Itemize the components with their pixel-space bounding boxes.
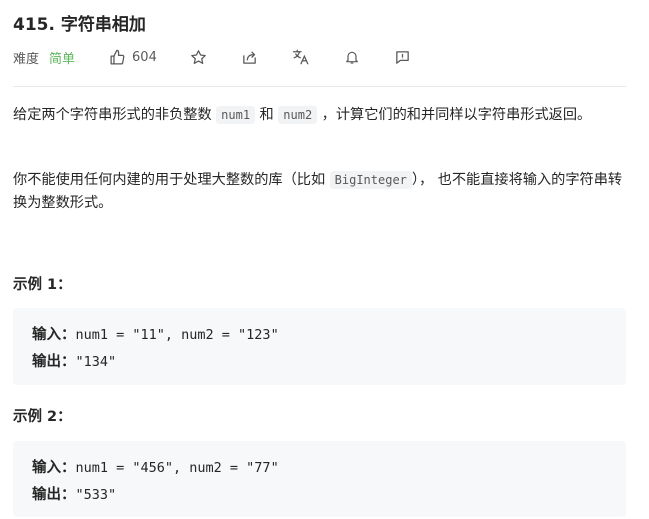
output-label: 输出：	[32, 354, 76, 370]
example-1-input-line: 输入：num1 = "11", num2 = "123"	[32, 323, 279, 344]
example-1-heading: 示例 1：	[13, 277, 72, 293]
translate-icon[interactable]	[292, 48, 310, 66]
example-2-input: num1 = "456", num2 = "77"	[75, 460, 279, 476]
example-2-output: "533"	[75, 487, 117, 503]
feedback-icon[interactable]	[394, 48, 412, 66]
divider	[13, 86, 626, 87]
description-paragraph-1: 给定两个字符串形式的非负整数 num1 和 num2 ，计算它们的和并同样以字符…	[13, 104, 626, 127]
thumbs-up-icon	[108, 48, 126, 66]
example-1-input: num1 = "11", num2 = "123"	[75, 327, 279, 343]
example-2-input-line: 输入：num1 = "456", num2 = "77"	[32, 456, 279, 477]
example-1-block: 输入：num1 = "11", num2 = "123" 输出："134"	[13, 308, 626, 385]
inline-code-num2: num2	[278, 106, 318, 124]
example-2-heading: 示例 2：	[13, 409, 72, 425]
inline-code-biginteger: BigInteger	[329, 171, 412, 189]
input-label: 输入：	[32, 460, 76, 476]
example-2-output-line: 输出："533"	[32, 483, 116, 504]
description-text: 你不能使用任何内建的用于处理大整数的库（比如	[13, 172, 330, 188]
input-label: 输入：	[32, 327, 76, 343]
difficulty-badge: 简单	[49, 51, 76, 67]
example-1-output: "134"	[75, 354, 117, 370]
problem-title: 415. 字符串相加	[13, 15, 146, 35]
like-count: 604	[132, 49, 157, 65]
description-text: 给定两个字符串形式的非负整数	[13, 107, 217, 123]
example-2-block: 输入：num1 = "456", num2 = "77" 输出："533"	[13, 441, 626, 517]
problem-meta-bar: 难度 简单 604	[13, 46, 412, 68]
description-paragraph-2: 你不能使用任何内建的用于处理大整数的库（比如 BigInteger）， 也不能直…	[13, 169, 626, 215]
description-text: ，计算它们的和并同样以字符串形式返回。	[317, 107, 592, 123]
description-text: 和	[255, 107, 274, 123]
like-button[interactable]: 604	[108, 48, 157, 66]
output-label: 输出：	[32, 487, 76, 503]
example-1-output-line: 输出："134"	[32, 350, 116, 371]
bell-icon[interactable]	[343, 48, 361, 66]
share-icon[interactable]	[241, 48, 259, 66]
difficulty-label: 难度	[13, 51, 40, 67]
inline-code-num1: num1	[216, 106, 256, 124]
star-icon[interactable]	[190, 48, 208, 66]
